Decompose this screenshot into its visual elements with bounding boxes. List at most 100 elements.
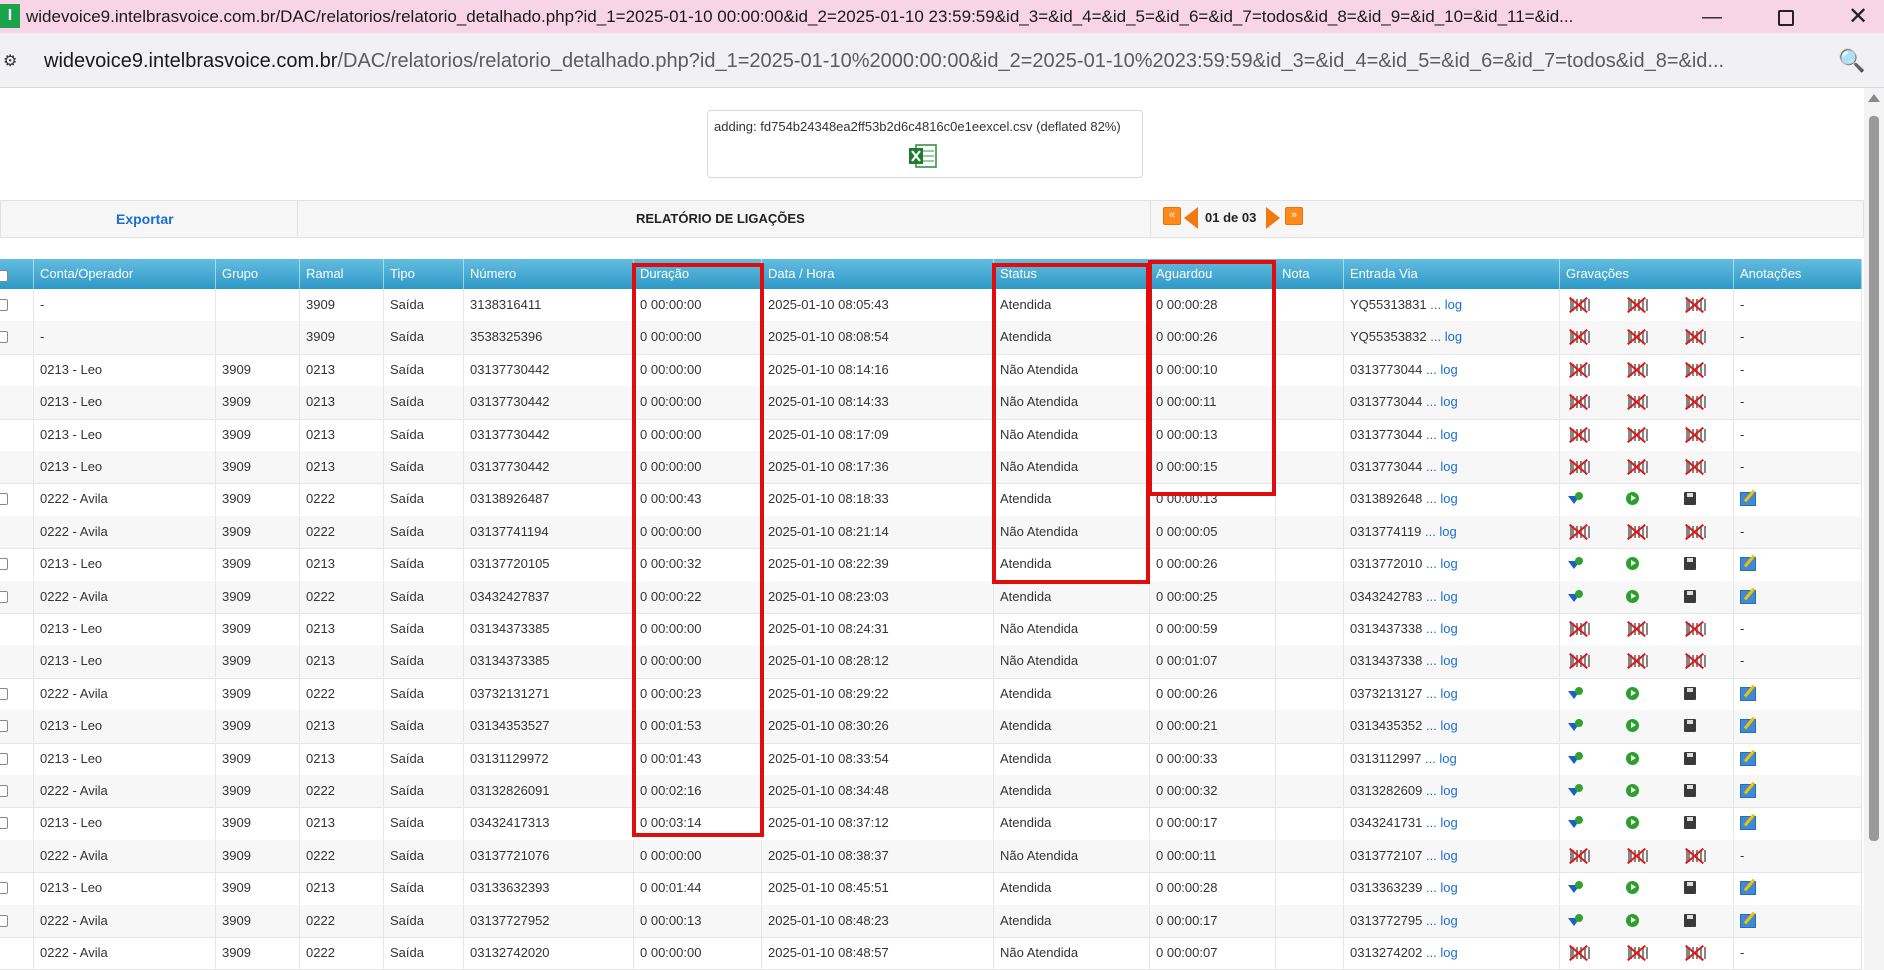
- row-checkbox[interactable]: [0, 720, 8, 733]
- play-recording-icon[interactable]: [1626, 751, 1639, 765]
- header-numero[interactable]: Número: [464, 259, 634, 289]
- minimize-button[interactable]: —: [1692, 4, 1732, 30]
- log-link[interactable]: ... log: [1426, 653, 1458, 668]
- edit-note-icon[interactable]: [1740, 816, 1756, 831]
- log-link[interactable]: ... log: [1425, 751, 1457, 766]
- select-all-checkbox[interactable]: [0, 270, 8, 282]
- close-button[interactable]: ✕: [1838, 4, 1878, 30]
- download-recording-icon[interactable]: [1568, 719, 1583, 733]
- row-checkbox[interactable]: [0, 785, 8, 797]
- export-link[interactable]: Exportar: [116, 211, 174, 227]
- play-recording-icon[interactable]: [1626, 881, 1639, 895]
- log-link[interactable]: ... log: [1426, 362, 1458, 377]
- download-recording-icon[interactable]: [1568, 881, 1583, 895]
- download-recording-icon[interactable]: [1568, 589, 1583, 604]
- log-link[interactable]: ... log: [1426, 459, 1458, 474]
- play-recording-icon[interactable]: [1626, 557, 1639, 571]
- log-link[interactable]: ... log: [1426, 394, 1458, 409]
- edit-note-icon[interactable]: [1740, 719, 1756, 734]
- row-checkbox[interactable]: [0, 558, 8, 571]
- edit-note-icon[interactable]: [1740, 686, 1756, 701]
- cell-duracao: 0 00:00:00: [634, 937, 762, 969]
- play-recording-icon[interactable]: [1626, 816, 1639, 830]
- scrollbar-thumb[interactable]: [1869, 116, 1879, 841]
- edit-note-icon[interactable]: [1740, 492, 1756, 507]
- log-link[interactable]: ... log: [1426, 880, 1458, 895]
- save-recording-icon[interactable]: [1684, 719, 1696, 733]
- scroll-up-arrow-icon[interactable]: [1868, 94, 1880, 102]
- header-entrada[interactable]: Entrada Via: [1344, 259, 1560, 289]
- header-ramal[interactable]: Ramal: [300, 259, 384, 289]
- log-link[interactable]: ... log: [1426, 589, 1458, 604]
- url-field[interactable]: widevoice9.intelbrasvoice.com.br/DAC/rel…: [44, 50, 1724, 73]
- edit-note-icon[interactable]: [1740, 913, 1756, 928]
- download-recording-icon[interactable]: [1568, 492, 1583, 506]
- previous-page-arrow-icon[interactable]: [1184, 207, 1198, 229]
- header-conta[interactable]: Conta/Operador: [34, 259, 216, 289]
- header-tipo[interactable]: Tipo: [384, 259, 464, 289]
- download-recording-icon[interactable]: [1568, 913, 1583, 928]
- first-page-button[interactable]: «: [1163, 207, 1181, 225]
- save-recording-icon[interactable]: [1684, 816, 1696, 830]
- play-recording-icon[interactable]: [1626, 589, 1639, 603]
- row-checkbox[interactable]: [0, 590, 8, 603]
- save-recording-icon[interactable]: [1684, 589, 1696, 603]
- log-link[interactable]: ... log: [1426, 815, 1458, 830]
- log-link[interactable]: ... log: [1426, 556, 1458, 571]
- log-link[interactable]: ... log: [1426, 913, 1458, 928]
- vertical-scrollbar[interactable]: [1864, 88, 1884, 970]
- log-link[interactable]: ... log: [1426, 848, 1458, 863]
- header-grupo[interactable]: Grupo: [216, 259, 300, 289]
- header-datahora[interactable]: Data / Hora: [762, 259, 994, 289]
- zoom-icon[interactable]: 🔍: [1838, 48, 1865, 74]
- download-recording-icon[interactable]: [1568, 784, 1583, 798]
- edit-note-icon[interactable]: [1740, 589, 1756, 604]
- site-settings-icon[interactable]: ⚙: [3, 51, 25, 71]
- play-recording-icon[interactable]: [1626, 719, 1639, 733]
- last-page-button[interactable]: »: [1285, 207, 1303, 225]
- header-nota[interactable]: Nota: [1276, 259, 1344, 289]
- row-checkbox[interactable]: [0, 914, 8, 927]
- log-link[interactable]: ... log: [1426, 621, 1458, 636]
- log-link[interactable]: ... log: [1426, 718, 1458, 733]
- play-recording-icon[interactable]: [1626, 686, 1639, 700]
- log-link[interactable]: ... log: [1425, 524, 1457, 539]
- play-recording-icon[interactable]: [1626, 913, 1639, 927]
- log-link[interactable]: ... log: [1426, 491, 1458, 506]
- edit-note-icon[interactable]: [1740, 751, 1756, 766]
- save-recording-icon[interactable]: [1684, 686, 1696, 700]
- row-checkbox[interactable]: [0, 752, 8, 765]
- log-link[interactable]: ... log: [1426, 427, 1458, 442]
- row-checkbox[interactable]: [0, 331, 8, 344]
- row-checkbox[interactable]: [0, 817, 8, 830]
- save-recording-icon[interactable]: [1684, 784, 1696, 797]
- excel-download-icon[interactable]: [908, 143, 938, 169]
- save-recording-icon[interactable]: [1684, 913, 1696, 927]
- play-recording-icon[interactable]: [1626, 784, 1639, 797]
- save-recording-icon[interactable]: [1684, 492, 1696, 506]
- download-recording-icon[interactable]: [1568, 816, 1583, 830]
- log-link[interactable]: ... log: [1426, 945, 1458, 960]
- download-recording-icon[interactable]: [1568, 557, 1583, 571]
- log-link[interactable]: ... log: [1430, 297, 1462, 312]
- save-recording-icon[interactable]: [1684, 557, 1696, 571]
- edit-note-icon[interactable]: [1740, 784, 1756, 798]
- maximize-button[interactable]: [1766, 4, 1806, 30]
- log-link[interactable]: ... log: [1426, 783, 1458, 798]
- edit-note-icon[interactable]: [1740, 557, 1756, 572]
- play-recording-icon[interactable]: [1626, 492, 1639, 506]
- row-checkbox[interactable]: [0, 687, 8, 700]
- save-recording-icon[interactable]: [1684, 881, 1696, 895]
- row-checkbox[interactable]: [0, 493, 8, 506]
- log-link[interactable]: ... log: [1430, 329, 1462, 344]
- row-checkbox[interactable]: [0, 299, 8, 311]
- save-recording-icon[interactable]: [1684, 751, 1696, 765]
- download-recording-icon[interactable]: [1568, 751, 1583, 766]
- download-recording-icon[interactable]: [1568, 686, 1583, 701]
- cell-tipo: Saída: [384, 418, 464, 451]
- log-link[interactable]: ... log: [1426, 686, 1458, 701]
- next-page-arrow-icon[interactable]: [1266, 207, 1280, 229]
- edit-note-icon[interactable]: [1740, 881, 1756, 896]
- row-checkbox[interactable]: [0, 882, 8, 895]
- cell-ramal: 0222: [300, 839, 384, 872]
